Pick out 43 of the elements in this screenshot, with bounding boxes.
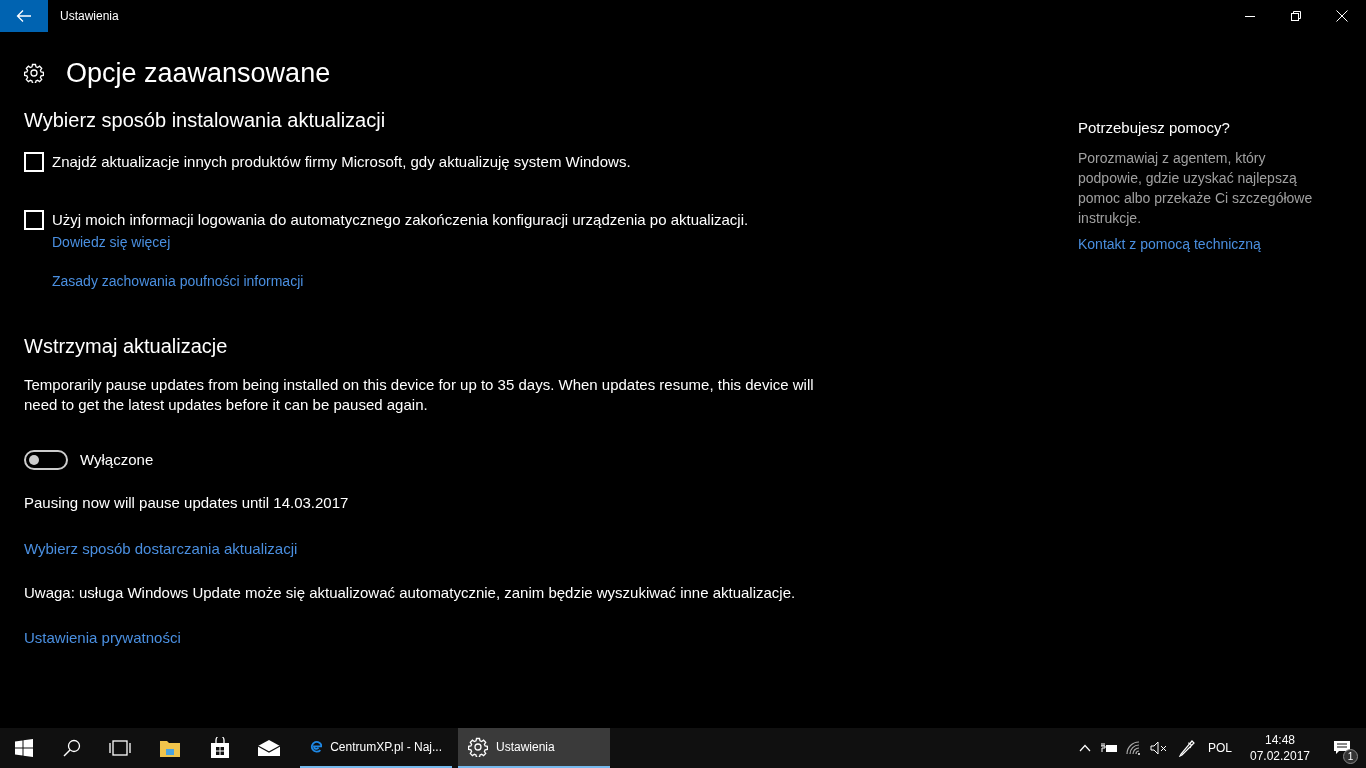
- search-icon: [63, 739, 81, 757]
- section-heading: Wstrzymaj aktualizacje: [24, 334, 229, 359]
- link[interactable]: Dowiedz się więcej: [52, 232, 171, 253]
- pen-icon: [1178, 739, 1196, 757]
- back-arrow-icon: [16, 9, 32, 23]
- link[interactable]: Zasady zachowania poufności informacji: [52, 271, 304, 292]
- wifi-icon: [1126, 741, 1142, 755]
- description-text: Temporarily pause updates from being installed on this device for up to 35 days. When updates resume, this device will need to get the latest updates before it can be paused again.: [24, 375, 815, 415]
- note-text: Uwaga: usługa Windows Update może się aktualizować automatycznie, zanim będzie wyszukiwać inne aktualizacje.: [24, 582, 797, 603]
- back-button[interactable]: [0, 0, 48, 32]
- link[interactable]: Wybierz sposób dostarczania aktualizacji: [24, 538, 298, 561]
- toggle-label: Wyłączone: [80, 450, 154, 470]
- toggle-switch[interactable]: [24, 450, 68, 471]
- battery-plug-icon: [1100, 742, 1118, 754]
- gear-icon: [24, 63, 44, 83]
- folder-icon: [159, 738, 181, 758]
- windows-logo-icon: [15, 739, 33, 757]
- checkbox[interactable]: [24, 152, 44, 173]
- task-view-icon: [109, 740, 131, 756]
- link[interactable]: Ustawienia prywatności: [24, 627, 181, 650]
- page-title: Opcje zaawansowane: [66, 59, 331, 87]
- link[interactable]: Kontakt z pomocą techniczną: [1078, 233, 1261, 255]
- restore-icon: [1291, 11, 1301, 21]
- taskbar-window-button[interactable]: CentrumXP.pl - Naj...: [300, 728, 452, 768]
- close-icon: [1336, 10, 1348, 22]
- section-heading: Wybierz sposób instalowania aktualizacji: [24, 108, 387, 133]
- window-title: Ustawienia: [60, 8, 119, 25]
- speaker-muted-icon: [1150, 741, 1168, 755]
- checkbox-label: Użyj moich informacji logowania do automatycznego zakończenia konfiguracji urządzenia po aktualizacji.: [52, 209, 749, 230]
- pause-note: Pausing now will pause updates until 14.03.2017: [24, 492, 350, 513]
- checkbox-label: Znajdź aktualizacje innych produktów firmy Microsoft, gdy aktualizuję system Windows.: [52, 152, 631, 172]
- language-indicator[interactable]: POL: [1202, 728, 1238, 768]
- gear-icon: [468, 737, 488, 757]
- chevron-up-icon: [1079, 744, 1091, 752]
- taskbar-window-button[interactable]: Ustawienia: [458, 728, 610, 768]
- help-heading: Potrzebujesz pomocy?: [1078, 118, 1231, 138]
- shopping-bag-icon: [210, 737, 230, 759]
- checkbox[interactable]: [24, 209, 44, 230]
- envelope-icon: [257, 739, 281, 757]
- help-text: Porozmawiaj z agentem, który podpowie, gdzie uzyskać najlepszą pomoc albo przekaże Ci szczegółowe instrukcje.: [1078, 148, 1314, 228]
- notification-count: 1: [1343, 749, 1358, 764]
- clock[interactable]: 14:48 07.02.2017: [1238, 728, 1322, 768]
- action-center-button[interactable]: 1: [1322, 728, 1362, 768]
